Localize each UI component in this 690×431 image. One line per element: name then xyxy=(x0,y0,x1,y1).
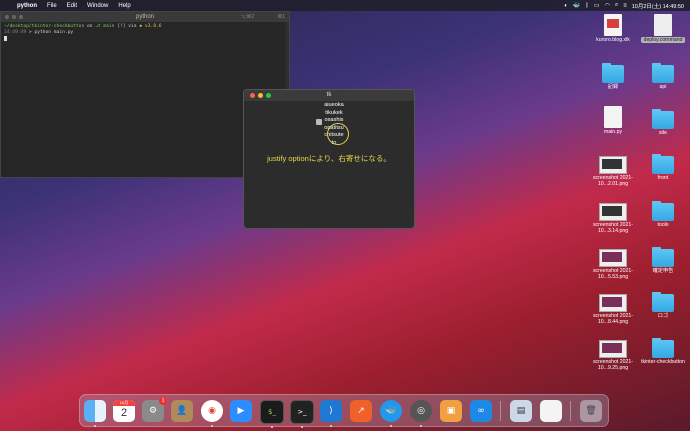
terminal-shortcut-2: ⌘1 xyxy=(277,14,285,20)
tk-window[interactable]: tk aiueoka tikukek osashis onatitsu chit… xyxy=(243,89,415,229)
document-icon xyxy=(604,106,622,128)
dock-separator xyxy=(500,401,501,421)
desktop-icon-tkinter-checkbutton[interactable]: tkinter-checkbutton xyxy=(637,338,689,365)
status-area: ◐ 🐳 ᛒ ▭ ◠ ⌕ ≡ 10月2日(土) 14:49:50 xyxy=(564,0,684,11)
finder-icon[interactable] xyxy=(84,400,106,427)
photos-icon[interactable]: ▤ xyxy=(510,400,532,422)
preview-icon[interactable]: ▣ xyxy=(440,400,462,422)
wifi-icon[interactable]: ◠ xyxy=(605,2,610,9)
tk-zoom-button[interactable] xyxy=(266,93,271,98)
tk-close-button[interactable] xyxy=(250,93,255,98)
image-thumbnail-icon xyxy=(599,340,627,358)
zoom-icon[interactable]: ▶ xyxy=(230,400,252,422)
tk-minimize-button[interactable] xyxy=(258,93,263,98)
docker-status-icon[interactable]: 🐳 xyxy=(573,2,580,9)
desktop-icon-screenshot-3[interactable]: screenshot 2021-10...5.53.png xyxy=(587,249,639,280)
desktop-icon-kiroku[interactable]: 記録 xyxy=(587,63,639,90)
terminal-output[interactable]: ~/desktop/tkinter-checkbutton on ⎇ main … xyxy=(1,22,289,45)
folder-icon xyxy=(602,63,624,83)
document-icon xyxy=(654,14,672,36)
terminal-icon[interactable]: $_ xyxy=(260,400,284,428)
desktop-icon-deploy-command[interactable]: deploy.command xyxy=(637,14,689,43)
docker-icon[interactable]: 🐳 xyxy=(380,400,402,427)
trash-icon[interactable]: 🗑 xyxy=(580,400,602,422)
tk-title: tk xyxy=(326,92,332,98)
folder-icon xyxy=(652,247,674,267)
desktop-icon-api[interactable]: api xyxy=(637,63,689,90)
minimize-button[interactable] xyxy=(12,15,16,19)
folder-icon xyxy=(652,109,674,129)
folder-icon xyxy=(652,154,674,174)
menu-extra-icon[interactable]: ◐ xyxy=(564,3,568,9)
document-icon[interactable] xyxy=(540,400,562,422)
battery-icon[interactable]: ▭ xyxy=(594,2,600,9)
text-cursor xyxy=(4,36,7,41)
terminal-2-icon[interactable]: >_ xyxy=(290,400,314,428)
control-center-icon[interactable]: ≡ xyxy=(623,3,627,9)
menu-window[interactable]: Window xyxy=(82,3,113,9)
clock[interactable]: 10月2日(土) 14:49:50 xyxy=(632,2,684,10)
desktop-icon-tools[interactable]: tools xyxy=(637,201,689,228)
chrome-icon[interactable]: ◉ xyxy=(201,400,223,427)
menu-app-name[interactable]: python xyxy=(12,3,42,9)
desktop-icon-screenshot-4[interactable]: screenshot 2021-10...8.44.png xyxy=(587,294,639,325)
tk-titlebar[interactable]: tk xyxy=(244,90,414,101)
desktop-icon-kakutei-shinkoku[interactable]: 確定申告 xyxy=(637,247,689,274)
infinity-icon[interactable]: ∞ xyxy=(470,400,492,422)
desktop-icon-main-py[interactable]: main.py xyxy=(587,106,639,135)
menu-edit[interactable]: Edit xyxy=(62,3,82,9)
menu-help[interactable]: Help xyxy=(113,3,135,9)
zoom-button[interactable] xyxy=(19,15,23,19)
image-thumbnail-icon xyxy=(599,249,627,267)
bluetooth-icon[interactable]: ᛒ xyxy=(585,3,589,9)
dock-separator xyxy=(570,401,571,421)
search-icon[interactable]: ⌕ xyxy=(615,2,618,9)
calendar-icon[interactable]: 10月 2 xyxy=(113,400,135,422)
highlight-circle xyxy=(327,123,349,145)
desktop-icon-screenshot-1[interactable]: screenshot 2021-10...2.01.png xyxy=(587,156,639,187)
terminal-shortcut: ⌥⌘2 xyxy=(240,14,254,20)
image-thumbnail-icon xyxy=(599,156,627,174)
terminal-title: python xyxy=(135,14,154,20)
annotation-text: justify optionにより、右寄せになる。 xyxy=(267,154,391,163)
vscode-icon[interactable]: ⟩ xyxy=(320,400,342,427)
desktop-icon-screenshot-5[interactable]: screenshot 2021-10...9.25.png xyxy=(587,340,639,371)
system-preferences-icon[interactable]: ⚙ 1 xyxy=(142,397,167,422)
desktop: python File Edit Window Help ◐ 🐳 ᛒ ▭ ◠ ⌕… xyxy=(0,0,690,431)
git-app-icon[interactable]: ↗ xyxy=(350,400,372,422)
image-thumbnail-icon xyxy=(599,294,627,312)
folder-icon xyxy=(652,338,674,358)
desktop-icon-kuroro-blog[interactable]: kuroro.blog.xlk xyxy=(587,14,639,43)
folder-icon xyxy=(652,63,674,83)
desktop-icon-front[interactable]: front xyxy=(637,154,689,181)
terminal-titlebar[interactable]: python ⌥⌘2 ⌘1 xyxy=(1,12,289,22)
menu-bar: python File Edit Window Help ◐ 🐳 ᛒ ▭ ◠ ⌕… xyxy=(0,0,690,11)
desktop-icon-logo[interactable]: ロゴ xyxy=(637,292,689,319)
dock: 10月 2 ⚙ 1 👤 ◉ ▶ $_ >_ ⟩ ↗ 🐳 ◎ ▣ ∞ ▤ 🗑 xyxy=(79,394,609,428)
desktop-icon-site[interactable]: site xyxy=(637,109,689,136)
menu-file[interactable]: File xyxy=(42,3,62,9)
desktop-icon-screenshot-2[interactable]: screenshot 2021-10...3.14.png xyxy=(587,203,639,234)
document-icon xyxy=(604,14,622,36)
contacts-icon[interactable]: 👤 xyxy=(171,400,193,422)
close-button[interactable] xyxy=(5,15,9,19)
quicktime-icon[interactable]: ◎ xyxy=(410,400,432,427)
folder-icon xyxy=(652,201,674,221)
tk-traffic-lights xyxy=(250,93,271,98)
image-thumbnail-icon xyxy=(599,203,627,221)
terminal-traffic-lights xyxy=(5,15,23,19)
folder-icon xyxy=(652,292,674,312)
